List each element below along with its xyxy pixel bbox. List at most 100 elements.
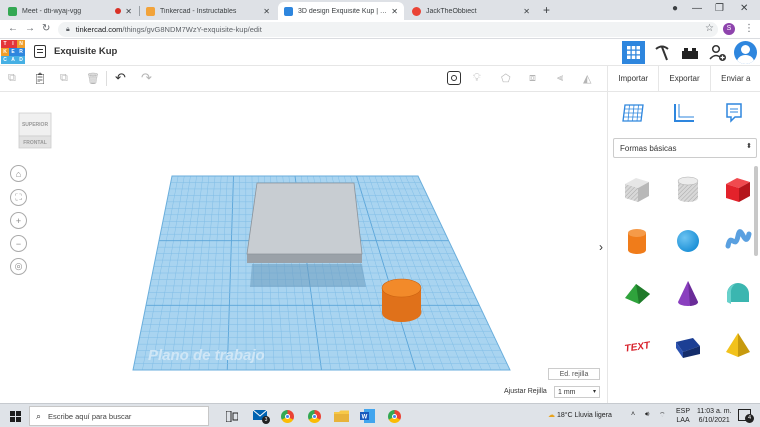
design-menu-icon[interactable] (34, 45, 46, 58)
workplane-viewport[interactable]: Plano de trabajo SUPERIOR FRONTAL ⌂ ⛶ + … (0, 92, 607, 403)
profile-avatar[interactable]: S (723, 23, 735, 35)
minimize-icon[interactable]: — (692, 3, 702, 14)
view-cube[interactable]: SUPERIOR FRONTAL (16, 108, 54, 149)
chrome-icon (307, 409, 321, 423)
weather-widget[interactable]: ☁ 18°C Lluvia ligera (548, 411, 612, 419)
clock[interactable]: 11:03 a. m. 6/10/2021 (697, 407, 732, 425)
light-bulb-icon[interactable]: 💡︎ (473, 72, 481, 85)
chrome-app-button-2[interactable] (306, 408, 322, 424)
shape-cone[interactable] (671, 276, 705, 310)
shape-text[interactable]: TEXT (620, 328, 654, 362)
browser-menu-icon[interactable]: ⋮ (744, 23, 754, 34)
shape-box[interactable] (721, 172, 755, 206)
clock-time: 11:03 a. m. (697, 408, 732, 415)
close-tab-icon[interactable]: ✕ (391, 7, 398, 16)
project-title[interactable]: Exquisite Kup (54, 46, 117, 57)
export-button[interactable]: Exportar (659, 66, 711, 92)
delete-icon[interactable]: 🗑︎ (86, 72, 100, 85)
group-icon[interactable]: ⬠ (501, 72, 511, 85)
new-tab-button[interactable]: + (543, 3, 550, 17)
taskbar-search-input[interactable]: ⌕ Escribe aquí para buscar (29, 406, 209, 426)
snap-grid-select[interactable]: 1 mm ▾ (554, 386, 600, 398)
undo-icon[interactable]: ↶ (115, 70, 126, 86)
shapes-scrollbar[interactable] (754, 166, 758, 256)
word-app-button[interactable]: W (359, 408, 375, 424)
paste-icon[interactable]: 📋︎ (33, 72, 47, 85)
shape-cylinder[interactable] (620, 224, 654, 258)
close-window-icon[interactable]: ✕ (740, 3, 748, 14)
shape-round-roof[interactable] (721, 276, 755, 310)
lock-icon: 🔒︎ (66, 25, 70, 33)
ruler-tool-button[interactable] (671, 100, 697, 126)
invite-user-button[interactable] (706, 41, 729, 64)
note-icon (726, 103, 742, 123)
shape-category-select[interactable]: Formas básicas ⬍ (613, 138, 757, 158)
collapse-panel-button[interactable]: › (599, 240, 603, 254)
shape-scribble[interactable] (721, 224, 755, 258)
tab-jacktheobbiect[interactable]: JackTheObbiect ✕ (406, 2, 536, 20)
mirror-icon[interactable]: ◭ (583, 72, 591, 85)
copy-icon[interactable]: ⧉ (8, 72, 16, 85)
shape-cylinder-hole[interactable] (671, 172, 705, 206)
tinkercad-logo[interactable]: TINKERCAD (1, 40, 25, 64)
speaker-icon[interactable]: 🔊︎ (645, 411, 649, 419)
import-button[interactable]: Importar (608, 66, 660, 92)
close-tab-icon[interactable]: ✕ (263, 7, 270, 16)
mail-app-button[interactable]: 3 (253, 408, 270, 424)
url-input[interactable]: 🔒︎ tinkercad.com/things/gvG8NDM7WzY-exqu… (58, 22, 718, 37)
shape-box-hole[interactable] (620, 172, 654, 206)
workplane-tool-button[interactable] (620, 100, 646, 126)
3d-view-button[interactable] (622, 41, 645, 64)
bricks-button[interactable] (678, 41, 701, 64)
shape-roof[interactable] (620, 276, 654, 310)
account-circle-icon[interactable]: ● (672, 3, 678, 14)
tab-tinkercad-design[interactable]: 3D design Exquisite Kup | Tinkerc ✕ (278, 2, 404, 20)
minus-icon: − (15, 238, 22, 249)
blocks-button[interactable] (650, 41, 673, 64)
box-shape[interactable] (246, 182, 363, 255)
home-icon: ⌂ (15, 168, 22, 179)
windows-start-button[interactable] (10, 411, 21, 422)
edit-grid-button[interactable]: Ed. rejilla (548, 368, 600, 380)
zoom-out-button[interactable]: − (10, 235, 27, 252)
mail-badge: 3 (262, 416, 270, 424)
editor-toolbar: ⧉ 📋︎ ⧉ 🗑︎ ↶ ↷ 💡︎ ⬠ ⧈ ⫷ ◭ (0, 66, 607, 92)
cylinder-shape[interactable] (381, 278, 422, 298)
user-avatar[interactable] (734, 41, 757, 64)
chrome-app-button[interactable] (279, 408, 295, 424)
ungroup-icon[interactable]: ⧈ (529, 72, 536, 85)
tray-chevron-icon[interactable]: ˄ (631, 411, 635, 418)
home-view-button[interactable]: ⌂ (10, 165, 27, 182)
fit-view-button[interactable]: ⛶ (10, 189, 27, 206)
workplane-canvas[interactable]: Plano de trabajo (0, 92, 607, 403)
notes-tool-button[interactable] (721, 100, 747, 126)
notification-center-button[interactable]: 4 (738, 409, 754, 423)
shape-wedge[interactable] (671, 328, 705, 362)
tab-instructables[interactable]: Tinkercad - Instructables ✕ (140, 2, 276, 20)
shape-pyramid[interactable] (721, 328, 755, 362)
reload-icon[interactable]: ↻ (42, 23, 50, 34)
notes-button[interactable] (447, 71, 461, 85)
logo-letter: T (1, 40, 9, 48)
redo-icon[interactable]: ↷ (141, 70, 152, 86)
maximize-icon[interactable]: ❐ (715, 3, 724, 14)
tab-meet[interactable]: Meet - dti-wyaj-vgg ✕ (2, 2, 138, 20)
bookmark-star-icon[interactable]: ☆ (705, 23, 714, 34)
align-icon[interactable]: ⫷ (557, 72, 563, 85)
send-to-button[interactable]: Enviar a (710, 66, 760, 92)
perspective-button[interactable]: ◎ (10, 258, 27, 275)
language-indicator[interactable]: ESP LAA (676, 407, 690, 425)
forward-icon[interactable]: → (25, 23, 35, 34)
file-explorer-button[interactable] (333, 408, 349, 424)
task-view-button[interactable] (224, 408, 240, 424)
network-icon[interactable]: ⌔ (659, 411, 666, 420)
close-tab-icon[interactable]: ✕ (523, 7, 530, 16)
chrome-app-button-3[interactable] (386, 408, 402, 424)
tab-title: Tinkercad - Instructables (160, 7, 237, 15)
back-icon[interactable]: ← (8, 23, 18, 34)
close-tab-icon[interactable]: ✕ (125, 7, 132, 16)
shape-sphere[interactable] (671, 224, 705, 258)
duplicate-icon[interactable]: ⧉ (60, 72, 68, 85)
zoom-in-button[interactable]: + (10, 212, 27, 229)
language-bottom: LAA (676, 417, 690, 424)
